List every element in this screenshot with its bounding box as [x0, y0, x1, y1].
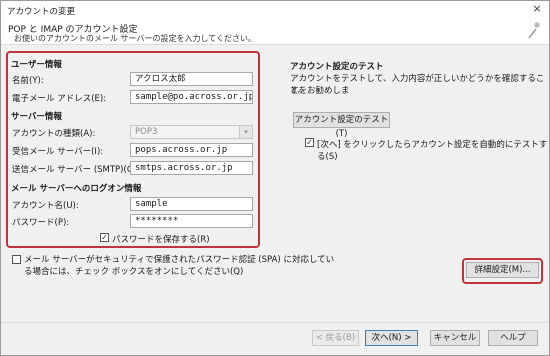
- spa-checkbox[interactable]: [12, 255, 21, 264]
- test-heading: アカウント設定のテスト: [290, 62, 384, 72]
- test-desc-line1: アカウントをテストして、入力内容が正しいかどうかを確認することをお勧めしま: [290, 74, 545, 96]
- back-button[interactable]: < 戻る(B): [312, 330, 359, 346]
- spa-label-line1: メール サーバーがセキュリティで保護されたパスワード認証 (SPA) に対応して…: [24, 255, 335, 265]
- close-icon[interactable]: ×: [530, 3, 544, 15]
- highlight-settings-box: [6, 51, 260, 248]
- page-subtitle: お使いのアカウントのメール サーバーの設定を入力してください。: [14, 34, 256, 43]
- test-account-button[interactable]: アカウント設定のテスト(T): [293, 112, 390, 139]
- next-button[interactable]: 次へ(N) >: [365, 330, 418, 346]
- highlight-more-settings-box: [462, 258, 543, 284]
- cancel-button[interactable]: キャンセル: [430, 330, 480, 346]
- window-title: アカウントの変更: [7, 7, 76, 17]
- test-desc-line2: す。: [290, 86, 307, 96]
- help-button[interactable]: ヘルプ: [488, 330, 538, 346]
- title-bar: アカウントの変更: [1, 1, 549, 18]
- spa-label-line2: る場合には、チェック ボックスをオンにしてください(Q): [24, 267, 244, 277]
- auto-test-checkbox[interactable]: ✓: [305, 138, 314, 147]
- auto-test-label: [次へ] をクリックしたらアカウント設定を自動的にテストする(S): [317, 140, 548, 162]
- wizard-sparkle-icon: [528, 22, 540, 39]
